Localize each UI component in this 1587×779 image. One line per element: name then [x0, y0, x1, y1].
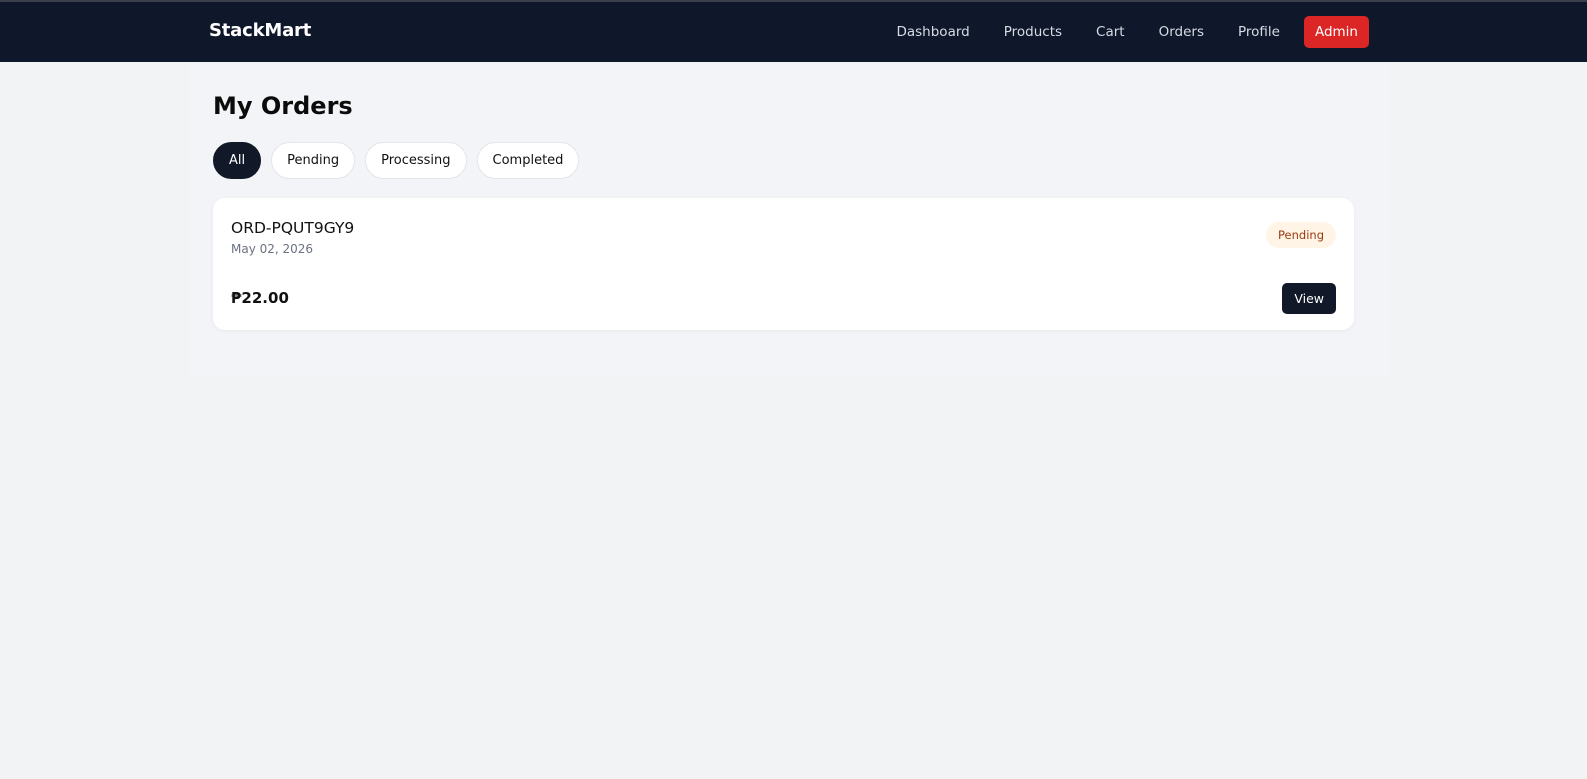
order-id: ORD-PQUT9GY9 — [231, 219, 355, 237]
order-total: ₱22.00 — [231, 289, 289, 307]
order-status-filters: All Pending Processing Completed — [213, 142, 589, 179]
filter-all[interactable]: All — [213, 142, 262, 179]
nav-orders[interactable]: Orders — [1159, 24, 1204, 40]
navbar: StackMart Dashboard Products Cart Orders… — [0, 2, 1587, 62]
main-nav: Dashboard Products Cart Orders Profile A… — [896, 16, 1369, 48]
nav-dashboard[interactable]: Dashboard — [896, 24, 969, 40]
admin-button[interactable]: Admin — [1303, 16, 1369, 48]
order-date: May 02, 2026 — [231, 242, 314, 256]
status-badge: Pending — [1266, 222, 1336, 248]
filter-completed[interactable]: Completed — [476, 142, 580, 179]
orders-page: My Orders All Pending Processing Complet… — [189, 62, 1389, 377]
nav-cart[interactable]: Cart — [1096, 24, 1125, 40]
page-title: My Orders — [213, 92, 353, 120]
filter-processing[interactable]: Processing — [365, 142, 467, 179]
order-card: ORD-PQUT9GY9 May 02, 2026 Pending ₱22.00… — [213, 198, 1354, 330]
filter-pending[interactable]: Pending — [271, 142, 356, 179]
nav-profile[interactable]: Profile — [1238, 24, 1280, 40]
nav-products[interactable]: Products — [1004, 24, 1062, 40]
brand-logo[interactable]: StackMart — [209, 20, 311, 41]
view-order-button[interactable]: View — [1282, 283, 1336, 314]
